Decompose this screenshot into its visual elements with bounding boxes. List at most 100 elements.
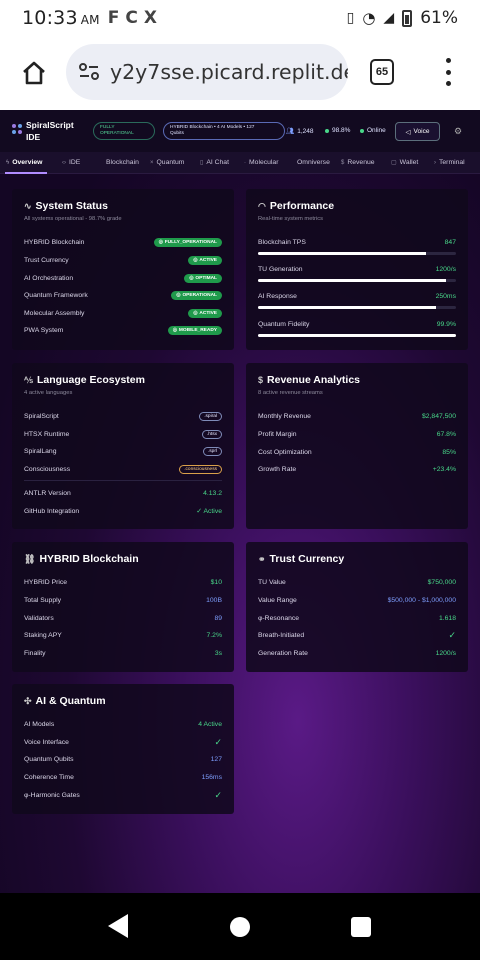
nav-revenue[interactable]: $ Revenue bbox=[341, 159, 375, 166]
extension-tag: .sprl bbox=[202, 446, 222, 456]
status-row: Quantum Framework ◎ OPERATIONAL bbox=[24, 289, 222, 301]
metric-row: AI Response 250ms bbox=[258, 292, 456, 300]
home-icon[interactable] bbox=[20, 59, 48, 87]
vibrate-icon: ▯ bbox=[346, 10, 355, 26]
revenue-row: Monthly Revenue $2,847,500 bbox=[258, 412, 456, 420]
signal-icon: ◢ bbox=[383, 10, 395, 26]
divider bbox=[24, 480, 222, 481]
url-text: y2y7sse.picard.replit.dev bbox=[110, 60, 348, 84]
ai-row: Voice Interface ✓ bbox=[24, 736, 222, 747]
active-users: 👥︎ 1,248 bbox=[286, 127, 314, 136]
antlr-row: ANTLR Version 4.13.2 bbox=[24, 489, 222, 497]
blockchain-row: Validators 89 bbox=[24, 614, 222, 622]
ai-quantum-card: ✣ AI & Quantum AI Models 4 Active Voice In… bbox=[12, 684, 234, 814]
blockchain-icon: ⛓ bbox=[24, 553, 36, 564]
system-info-pill: HYBRID Blockchain • 4 AI Models • 127 Qub… bbox=[163, 122, 285, 140]
back-icon[interactable] bbox=[108, 914, 128, 938]
hybrid-blockchain-card: ⛓ HYBRID Blockchain HYBRID Price $10 Total… bbox=[12, 542, 234, 672]
status-badge: ◎ ACTIVE bbox=[188, 255, 222, 265]
trust-row: Generation Rate 1200/s bbox=[258, 649, 456, 657]
gauge-icon: ◠ bbox=[258, 200, 266, 211]
molecule-icon: · bbox=[244, 159, 246, 166]
browser-toolbar: y2y7sse.picard.replit.dev 65 bbox=[0, 36, 480, 110]
dollar-icon: $ bbox=[341, 159, 345, 166]
language-row: SpiralLang .sprl bbox=[24, 445, 222, 457]
coins-icon: ⚭ bbox=[258, 553, 266, 564]
wifi-icon: ◔ bbox=[362, 9, 376, 27]
nav-ide[interactable]: ‹› IDE bbox=[62, 159, 80, 166]
tab-switcher-button[interactable]: 65 bbox=[370, 59, 394, 85]
status-badge: ◎ ACTIVE bbox=[188, 308, 222, 318]
trust-row: Value Range $500,000 - $1,000,000 bbox=[258, 596, 456, 604]
nav-blockchain[interactable]: Blockchain bbox=[106, 159, 139, 166]
card-title: ⅍ Language Ecosystem bbox=[24, 374, 145, 386]
main-nav: ϟ Overview ‹› IDE Blockchain × Quantum ▯ AI … bbox=[0, 152, 480, 174]
nav-wallet[interactable]: ▢ Wallet bbox=[391, 159, 418, 166]
uptime-stat: 98.8% bbox=[325, 127, 350, 134]
metric-row: TU Generation 1200/s bbox=[258, 265, 456, 273]
status-row: HYBRID Blockchain ◎ FULLY_OPERATIONAL bbox=[24, 236, 222, 248]
ai-row: AI Models 4 Active bbox=[24, 720, 222, 728]
voice-button[interactable]: ◁ Voice bbox=[395, 122, 440, 141]
status-badge: ◎ FULLY_OPERATIONAL bbox=[153, 237, 222, 247]
home-circle-icon[interactable] bbox=[230, 917, 250, 937]
trust-row: φ-Resonance 1.618 bbox=[258, 614, 456, 622]
language-row: SpiralScript .spiral bbox=[24, 410, 222, 422]
status-badge: ◎ OPTIMAL bbox=[184, 273, 222, 283]
card-title: ✣ AI & Quantum bbox=[24, 695, 106, 707]
nav-omniverse[interactable]: Omniverse bbox=[297, 159, 330, 166]
ai-row: Quantum Qubits 127 bbox=[24, 755, 222, 763]
extension-tag: .spiral bbox=[199, 411, 222, 421]
notification-icons: F C X bbox=[108, 8, 157, 28]
revenue-row: Profit Margin 67.8% bbox=[258, 430, 456, 438]
trust-row: TU Value $750,000 bbox=[258, 578, 456, 586]
app-viewport: SpiralScript IDE FULLY OPERATIONAL HYBRID… bbox=[0, 110, 480, 893]
settings-gear-icon[interactable]: ⚙ bbox=[454, 126, 464, 136]
url-bar[interactable]: y2y7sse.picard.replit.dev bbox=[66, 44, 348, 100]
overview-icon: ϟ bbox=[6, 159, 10, 166]
metric-row: Quantum Fidelity 99.9% bbox=[258, 320, 456, 328]
card-subtitle: 8 active revenue streams bbox=[258, 390, 323, 396]
card-title: ◠ Performance bbox=[258, 200, 335, 212]
card-subtitle: 4 active languages bbox=[24, 390, 73, 396]
performance-card: ◠ Performance Real-time system metrics Bl… bbox=[246, 189, 468, 350]
translate-icon: ⅍ bbox=[24, 375, 33, 385]
card-subtitle: Real-time system metrics bbox=[258, 216, 324, 222]
uptime-dot-icon bbox=[325, 128, 329, 133]
app-title: SpiralScript IDE bbox=[26, 120, 74, 142]
app-header: SpiralScript IDE FULLY OPERATIONAL HYBRID… bbox=[0, 110, 480, 152]
revenue-row: Growth Rate +23.4% bbox=[258, 465, 456, 473]
nav-ai-chat[interactable]: ▯ AI Chat bbox=[200, 159, 229, 166]
status-row: PWA System ◎ MOBILE_READY bbox=[24, 324, 222, 336]
active-tab-indicator bbox=[5, 172, 47, 174]
nav-overview[interactable]: ϟ Overview bbox=[6, 159, 42, 166]
system-navigation-bar bbox=[0, 893, 480, 960]
blockchain-row: Staking APY 7.2% bbox=[24, 631, 222, 639]
battery-percent: 61% bbox=[420, 8, 458, 28]
users-icon: 👥︎ bbox=[286, 128, 295, 135]
status-badge: ◎ MOBILE_READY bbox=[167, 325, 222, 335]
card-title: ⚭ Trust Currency bbox=[258, 553, 345, 565]
nav-terminal[interactable]: › Terminal bbox=[434, 159, 465, 166]
github-row: GitHub Integration ✓ Active bbox=[24, 507, 222, 516]
brain-icon: ✣ bbox=[24, 695, 32, 706]
spiral-logo-icon bbox=[12, 124, 22, 134]
card-title: $ Revenue Analytics bbox=[258, 374, 360, 386]
terminal-icon: › bbox=[434, 159, 436, 166]
status-badge: ◎ OPERATIONAL bbox=[171, 290, 222, 300]
revenue-analytics-card: $ Revenue Analytics 8 active revenue stre… bbox=[246, 363, 468, 529]
nav-quantum[interactable]: × Quantum bbox=[150, 159, 184, 166]
card-subtitle: All systems operational - 98.7% grade bbox=[24, 216, 122, 222]
card-title: ∿ System Status bbox=[24, 200, 108, 212]
dollar-icon: $ bbox=[258, 375, 264, 385]
recent-apps-icon[interactable] bbox=[351, 917, 371, 937]
metric-progress-bar bbox=[258, 306, 456, 309]
metric-progress-bar bbox=[258, 252, 456, 255]
nav-molecular[interactable]: · Molecular bbox=[244, 159, 278, 166]
ai-row: Coherence Time 156ms bbox=[24, 773, 222, 781]
site-settings-icon[interactable] bbox=[78, 61, 100, 83]
metric-progress-bar bbox=[258, 279, 456, 282]
status-row: AI Orchestration ◎ OPTIMAL bbox=[24, 272, 222, 284]
browser-menu-icon[interactable] bbox=[444, 58, 452, 86]
blockchain-row: HYBRID Price $10 bbox=[24, 578, 222, 586]
